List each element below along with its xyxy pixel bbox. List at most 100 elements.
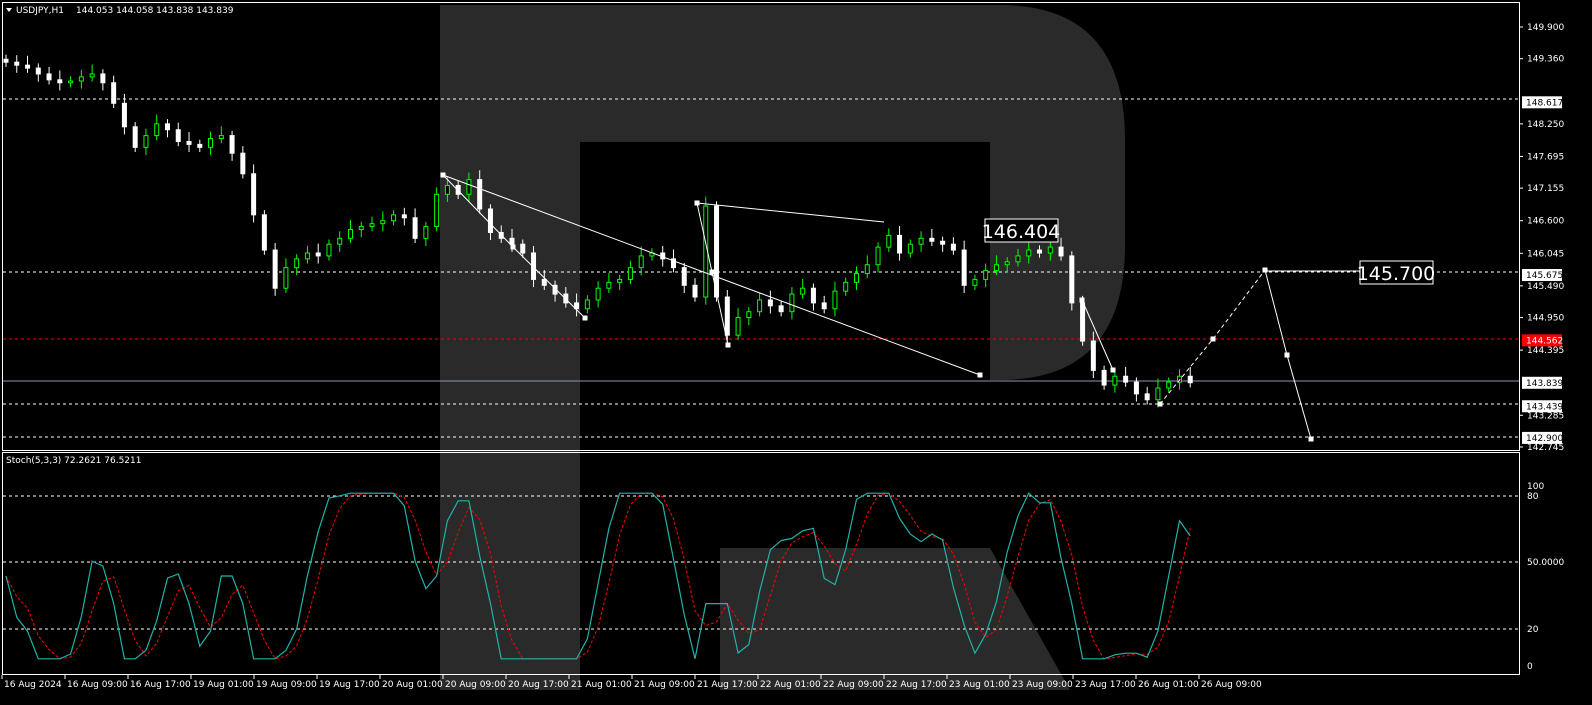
time-tick-label: 23 Aug 01:00 (949, 680, 1010, 690)
candle (154, 114, 160, 141)
time-tick-label: 22 Aug 09:00 (823, 680, 884, 690)
candle (369, 216, 375, 232)
candle (68, 76, 74, 88)
candle (1069, 251, 1075, 311)
candle (864, 255, 870, 279)
wave-node (725, 342, 731, 348)
wave-node (1110, 367, 1116, 373)
candle (208, 131, 214, 155)
candle (606, 272, 612, 293)
time-tick-label: 22 Aug 01:00 (760, 680, 821, 690)
channel-lower-line (696, 202, 885, 223)
time-tick-label: 20 Aug 09:00 (445, 680, 506, 690)
candle (681, 262, 687, 293)
candle (1101, 365, 1107, 390)
time-tick-label: 16 Aug 17:00 (130, 680, 191, 690)
candle (358, 221, 364, 238)
price-tick-label: 148.250 (1527, 120, 1564, 130)
candle (25, 55, 31, 73)
candle (961, 240, 967, 293)
price-tick-label: 149.900 (1527, 23, 1564, 33)
wave-node (694, 200, 700, 206)
price-tick-label: 147.155 (1527, 184, 1564, 194)
candle (391, 210, 397, 226)
candle (304, 245, 310, 264)
time-tick-label: 22 Aug 17:00 (886, 680, 947, 690)
price-tag-label: 143.839 (1526, 379, 1563, 389)
price-tag-label: 148.617 (1526, 98, 1563, 108)
candle (627, 260, 633, 285)
time-tick-label: 19 Aug 09:00 (256, 680, 317, 690)
price-tag-label: 144.562 (1526, 336, 1563, 346)
time-tick-label: 21 Aug 09:00 (634, 680, 695, 690)
candle (251, 164, 257, 223)
candle (326, 239, 332, 261)
price-tick-label: 149.360 (1527, 55, 1564, 65)
symbol-dropdown-icon[interactable] (6, 8, 12, 12)
candle (175, 122, 181, 147)
wave-node (510, 244, 516, 250)
candle (940, 236, 946, 252)
candle (121, 93, 127, 135)
candle (423, 221, 429, 246)
candle (767, 290, 773, 314)
wave-node (1157, 401, 1163, 407)
wave-node (977, 372, 983, 378)
candle (380, 211, 386, 232)
time-tick-label: 21 Aug 01:00 (571, 680, 632, 690)
price-tick-label: 146.045 (1527, 249, 1564, 259)
chart-canvas[interactable]: 146.404 145.700 USDJPY,H1 144.053 144.05… (0, 0, 1592, 705)
indicator-axis: 10080 50.0000 20 0 (1527, 482, 1564, 672)
candle (821, 295, 827, 314)
time-tick-label: 16 Aug 09:00 (67, 680, 128, 690)
candle (164, 119, 170, 138)
indicator-tick-label: 100 (1527, 482, 1544, 492)
indicator-label: Stoch(5,3,3) 72.2621 76.5211 (6, 456, 141, 466)
candle (412, 208, 418, 244)
time-tick-label: 23 Aug 17:00 (1075, 680, 1136, 690)
candle (14, 55, 20, 73)
candle (757, 292, 763, 317)
annotation-146404[interactable]: 146.404 (982, 218, 1061, 243)
candle (584, 295, 590, 314)
wave-node (1284, 352, 1290, 358)
candle (1123, 366, 1129, 387)
candle (800, 278, 806, 299)
candle (886, 228, 892, 252)
candle (315, 243, 321, 264)
candle (35, 63, 41, 82)
candle (1187, 366, 1193, 388)
candle (897, 225, 903, 261)
candle (186, 132, 192, 153)
candle (843, 277, 849, 296)
candle (638, 246, 644, 276)
candle (132, 122, 138, 153)
price-tick-label: 146.600 (1527, 217, 1564, 227)
candle (3, 54, 9, 67)
watermark-logo-icon (440, 5, 1125, 690)
wave-node (709, 269, 715, 275)
price-tick-label: 143.285 (1527, 411, 1564, 421)
candle (746, 307, 752, 326)
time-tick-label: 19 Aug 01:00 (193, 680, 254, 690)
annotation-145700[interactable]: 145.700 (1357, 260, 1436, 285)
annotation-146404-text: 146.404 (982, 221, 1061, 243)
time-tick-label: 20 Aug 17:00 (508, 680, 569, 690)
time-tick-label: 26 Aug 09:00 (1201, 680, 1262, 690)
candle (875, 242, 881, 273)
price-tag-label: 143.439 (1526, 402, 1563, 412)
candle (240, 146, 246, 179)
price-tag-label: 145.675 (1526, 271, 1563, 281)
ohlc-readout: 144.053 144.058 143.838 143.839 (76, 6, 234, 16)
candle (907, 239, 913, 258)
wave-node (1210, 336, 1216, 342)
candle (1112, 369, 1118, 393)
indicator-tick-label: 50.0000 (1527, 558, 1564, 568)
candle (617, 274, 623, 290)
candle (918, 231, 924, 252)
candle (950, 237, 956, 255)
indicator-tick-label: 80 (1527, 492, 1539, 502)
annotation-145700-text: 145.700 (1357, 263, 1436, 285)
time-tick-label: 16 Aug 2024 (4, 680, 62, 690)
price-tag-label: 142.900 (1526, 434, 1563, 444)
